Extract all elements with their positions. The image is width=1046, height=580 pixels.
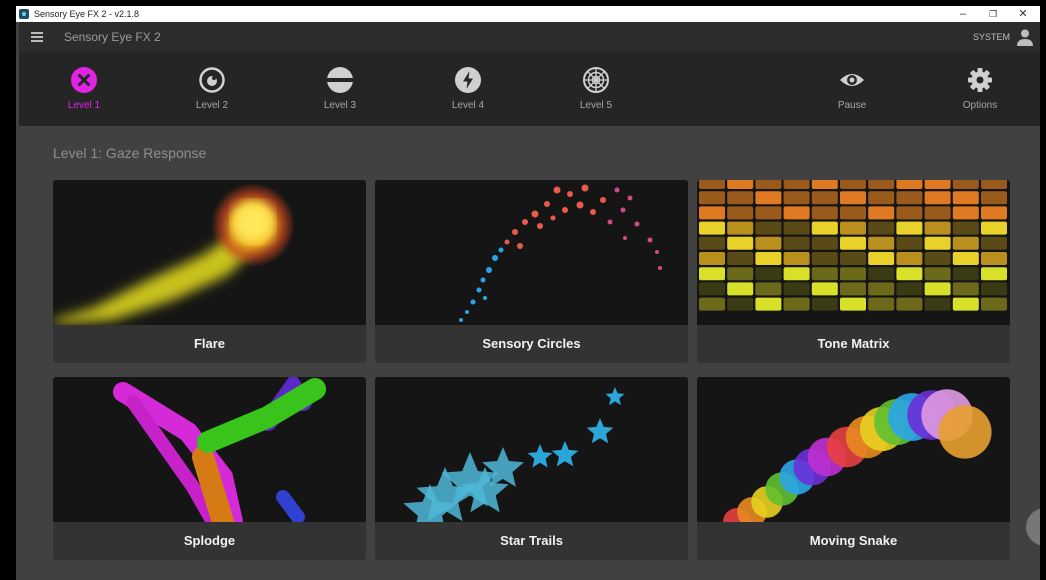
nav-options[interactable]: Options [940, 66, 1020, 111]
nav-level-4[interactable]: Level 4 [428, 66, 508, 111]
title-bar: Sensory Eye FX 2 - v2.1.8 – ❐ ✕ [16, 6, 1040, 22]
app-icon [19, 9, 29, 19]
card-star-trails[interactable]: Star Trails [375, 377, 688, 560]
app-title: Sensory Eye FX 2 [64, 30, 161, 44]
nav-pause-label: Pause [837, 100, 867, 111]
nav-level-2-label: Level 2 [195, 100, 229, 111]
user-icon[interactable] [1016, 28, 1034, 46]
minimize-button[interactable]: – [948, 6, 978, 22]
side-handle-button[interactable] [1026, 508, 1040, 546]
nav-options-label: Options [962, 100, 998, 111]
card-moving-snake[interactable]: Moving Snake [697, 377, 1010, 560]
flare-preview-image [53, 180, 366, 325]
card-flare-label: Flare [193, 336, 226, 351]
star-trails-preview-image [375, 377, 688, 522]
app-window: Sensory Eye FX 2 - v2.1.8 – ❐ ✕ Sensory … [16, 6, 1040, 580]
nav-level-1[interactable]: Level 1 [44, 66, 124, 111]
card-sensory-circles-label: Sensory Circles [482, 336, 581, 351]
card-tone-matrix-label: Tone Matrix [817, 336, 890, 351]
app-bar: Sensory Eye FX 2 SYSTEM [19, 22, 1040, 52]
nav-level-5-label: Level 5 [579, 100, 613, 111]
nav-level-5[interactable]: Level 5 [556, 66, 636, 111]
nav-level-3-label: Level 3 [323, 100, 357, 111]
nav-level-2[interactable]: Level 2 [172, 66, 252, 111]
hamburger-menu-icon[interactable] [31, 32, 43, 42]
nav-level-1-label: Level 1 [67, 100, 101, 111]
tone-matrix-preview-image [697, 180, 1010, 325]
maximize-button[interactable]: ❐ [978, 6, 1008, 22]
level-nav: Level 1 Level 2 Level 3 Level 4 Level 5 … [19, 52, 1040, 126]
half-circle-icon [326, 67, 354, 93]
lightning-icon [455, 67, 481, 93]
eye-target-icon [199, 67, 225, 93]
page-title: Level 1: Gaze Response [53, 145, 207, 161]
nav-level-3[interactable]: Level 3 [300, 66, 380, 111]
moving-snake-preview-image [697, 377, 1010, 522]
user-name[interactable]: SYSTEM [973, 22, 1010, 52]
eye-icon [840, 74, 864, 86]
card-tone-matrix[interactable]: Tone Matrix [697, 180, 1010, 363]
gear-icon [968, 68, 992, 92]
web-icon [583, 67, 609, 93]
splodge-preview-image [53, 377, 366, 522]
card-sensory-circles[interactable]: Sensory Circles [375, 180, 688, 363]
card-splodge-label: Splodge [183, 533, 236, 548]
window-title: Sensory Eye FX 2 - v2.1.8 [34, 9, 140, 19]
card-splodge[interactable]: Splodge [53, 377, 366, 560]
card-moving-snake-label: Moving Snake [809, 533, 898, 548]
card-flare[interactable]: Flare [53, 180, 366, 363]
close-button[interactable]: ✕ [1008, 6, 1038, 22]
nav-pause[interactable]: Pause [812, 66, 892, 111]
sensory-circles-preview-image [375, 180, 688, 325]
nav-level-4-label: Level 4 [451, 100, 485, 111]
close-circle-icon [71, 67, 97, 93]
card-star-trails-label: Star Trails [500, 533, 563, 548]
